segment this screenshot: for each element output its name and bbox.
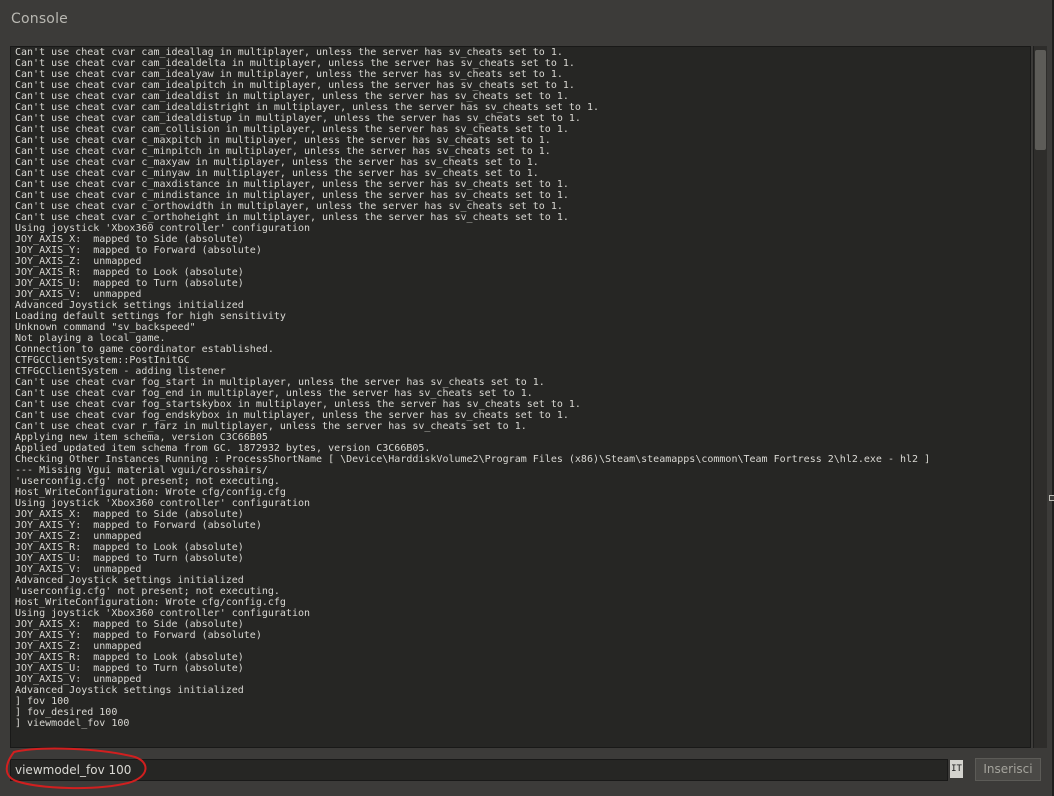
console-line: JOY_AXIS_V: unmapped xyxy=(15,564,142,575)
console-line: Can't use cheat cvar c_maxpitch in multi… xyxy=(15,135,551,146)
language-indicator: IT xyxy=(950,760,963,778)
console-line: JOY_AXIS_Z: unmapped xyxy=(15,641,142,652)
scrollbar-thumb[interactable] xyxy=(1035,50,1046,150)
console-output[interactable]: Can't use cheat cvar cam_ideallag in mul… xyxy=(10,46,1031,748)
console-line: Connection to game coordinator establish… xyxy=(15,344,274,355)
console-line: Can't use cheat cvar r_farz in multiplay… xyxy=(15,421,527,432)
console-window: Console Can't use cheat cvar cam_idealla… xyxy=(0,0,1054,796)
console-line: Can't use cheat cvar c_minyaw in multipl… xyxy=(15,168,539,179)
console-line: --- Missing Vgui material vgui/crosshair… xyxy=(15,465,268,476)
console-line: Host_WriteConfiguration: Wrote cfg/confi… xyxy=(15,487,286,498)
console-scrollbar[interactable] xyxy=(1033,46,1047,748)
console-line: 'userconfig.cfg' not present; not execut… xyxy=(15,586,280,597)
console-line: Using joystick 'Xbox360 controller' conf… xyxy=(15,223,311,234)
command-input[interactable]: viewmodel_fov 100 xyxy=(10,759,948,781)
console-line: JOY_AXIS_Y: mapped to Forward (absolute) xyxy=(15,630,262,641)
console-line: JOY_AXIS_U: mapped to Turn (absolute) xyxy=(15,663,244,674)
console-line: Can't use cheat cvar cam_ideallag in mul… xyxy=(15,47,563,58)
console-line: Host_WriteConfiguration: Wrote cfg/confi… xyxy=(15,597,286,608)
console-line: JOY_AXIS_U: mapped to Turn (absolute) xyxy=(15,553,244,564)
console-line: JOY_AXIS_Y: mapped to Forward (absolute) xyxy=(15,520,262,531)
console-line: JOY_AXIS_Z: unmapped xyxy=(15,256,142,267)
console-line: Can't use cheat cvar fog_end in multipla… xyxy=(15,388,533,399)
console-line: Advanced Joystick settings initialized xyxy=(15,300,244,311)
console-line: CTFGCClientSystem::PostInitGC xyxy=(15,355,190,366)
console-line: Can't use cheat cvar c_minpitch in multi… xyxy=(15,146,551,157)
console-line: ] fov_desired 100 xyxy=(15,707,118,718)
console-line: Using joystick 'Xbox360 controller' conf… xyxy=(15,608,311,619)
console-line: Can't use cheat cvar fog_endskybox in mu… xyxy=(15,410,569,421)
console-line: JOY_AXIS_U: mapped to Turn (absolute) xyxy=(15,278,244,289)
console-line: JOY_AXIS_R: mapped to Look (absolute) xyxy=(15,652,244,663)
console-line: Can't use cheat cvar cam_idealdelta in m… xyxy=(15,58,575,69)
console-line: Can't use cheat cvar c_orthowidth in mul… xyxy=(15,201,563,212)
console-lines: Can't use cheat cvar cam_ideallag in mul… xyxy=(15,47,930,729)
console-line: JOY_AXIS_Z: unmapped xyxy=(15,531,142,542)
window-title: Console xyxy=(11,11,68,27)
command-input-value: viewmodel_fov 100 xyxy=(15,763,132,777)
console-line: Can't use cheat cvar fog_startskybox in … xyxy=(15,399,581,410)
console-line: JOY_AXIS_X: mapped to Side (absolute) xyxy=(15,619,244,630)
submit-button[interactable]: Inserisci xyxy=(975,758,1041,781)
console-line: Can't use cheat cvar cam_collision in mu… xyxy=(15,124,569,135)
console-line: JOY_AXIS_V: unmapped xyxy=(15,289,142,300)
console-line: Checking Other Instances Running : Proce… xyxy=(15,454,931,465)
console-line: Can't use cheat cvar fog_start in multip… xyxy=(15,377,545,388)
console-line: Applied updated item schema from GC. 187… xyxy=(15,443,431,454)
console-line: Can't use cheat cvar c_orthoheight in mu… xyxy=(15,212,569,223)
console-line: Can't use cheat cvar cam_idealpitch in m… xyxy=(15,80,575,91)
console-line: JOY_AXIS_X: mapped to Side (absolute) xyxy=(15,234,244,245)
console-line: Advanced Joystick settings initialized xyxy=(15,575,244,586)
console-line: Not playing a local game. xyxy=(15,333,166,344)
console-line: 'userconfig.cfg' not present; not execut… xyxy=(15,476,280,487)
console-line: Can't use cheat cvar cam_idealdistright … xyxy=(15,102,599,113)
console-line: Can't use cheat cvar c_maxdistance in mu… xyxy=(15,179,569,190)
console-line: JOY_AXIS_R: mapped to Look (absolute) xyxy=(15,542,244,553)
console-line: Can't use cheat cvar cam_idealdistup in … xyxy=(15,113,581,124)
console-line: Applying new item schema, version C3C66B… xyxy=(15,432,268,443)
console-line: JOY_AXIS_V: unmapped xyxy=(15,674,142,685)
console-line: Using joystick 'Xbox360 controller' conf… xyxy=(15,498,311,509)
console-line: CTFGCClientSystem - adding listener xyxy=(15,366,226,377)
console-line: Loading default settings for high sensit… xyxy=(15,311,286,322)
console-line: Can't use cheat cvar cam_idealdist in mu… xyxy=(15,91,569,102)
console-line: JOY_AXIS_Y: mapped to Forward (absolute) xyxy=(15,245,262,256)
console-line: Advanced Joystick settings initialized xyxy=(15,685,244,696)
resize-handle-icon[interactable] xyxy=(1049,495,1054,501)
console-line: Can't use cheat cvar c_mindistance in mu… xyxy=(15,190,569,201)
console-line: Unknown command "sv_backspeed" xyxy=(15,322,196,333)
console-line: Can't use cheat cvar cam_idealyaw in mul… xyxy=(15,69,563,80)
console-line: ] viewmodel_fov 100 xyxy=(15,718,130,729)
console-line: ] fov 100 xyxy=(15,696,70,707)
console-line: JOY_AXIS_X: mapped to Side (absolute) xyxy=(15,509,244,520)
console-line: JOY_AXIS_R: mapped to Look (absolute) xyxy=(15,267,244,278)
console-line: Can't use cheat cvar c_maxyaw in multipl… xyxy=(15,157,539,168)
